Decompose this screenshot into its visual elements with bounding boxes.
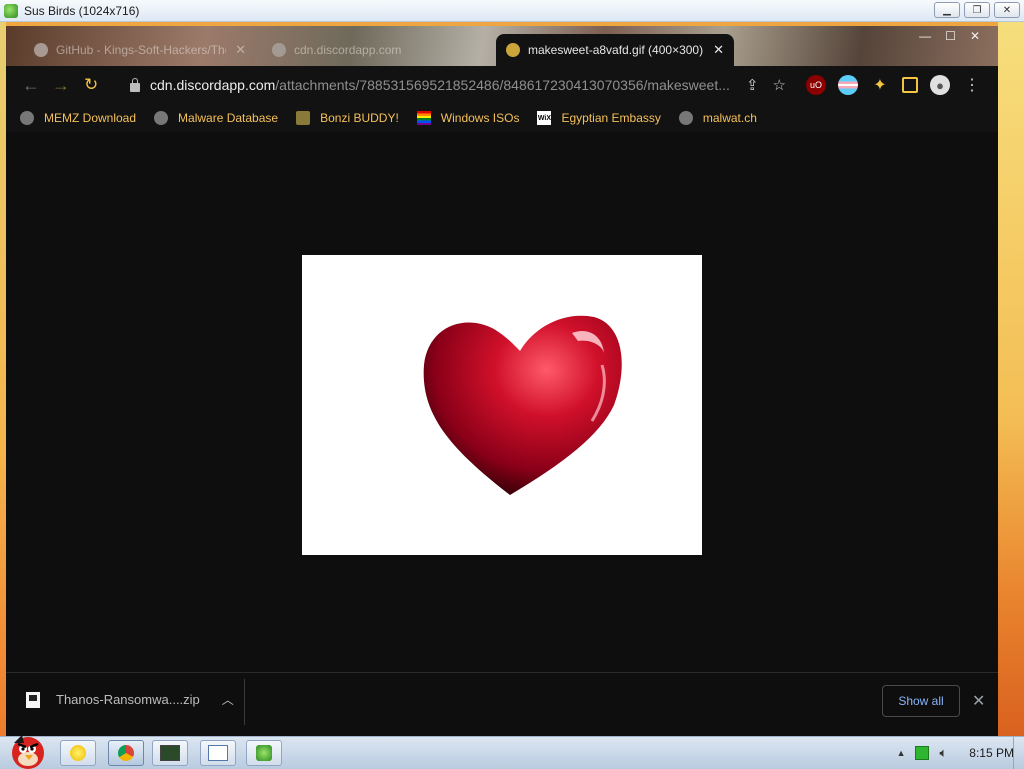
taskbar-sun-app[interactable] xyxy=(60,740,96,766)
globe-icon xyxy=(20,111,34,125)
ublock-icon[interactable]: uO xyxy=(806,75,826,95)
download-divider xyxy=(244,679,245,725)
address-bar[interactable]: cdn.discordapp.com/attachments/788531569… xyxy=(118,70,786,100)
bonzi-icon xyxy=(296,111,311,125)
bookmark-egyptian-embassy[interactable]: WiX Egyptian Embassy xyxy=(537,111,661,125)
globe-icon xyxy=(678,111,693,125)
maximize-icon[interactable]: ☐ xyxy=(945,29,956,43)
close-tab-icon[interactable]: ✕ xyxy=(235,42,246,58)
host-window-controls: ▁ ❐ ✕ xyxy=(934,2,1020,18)
omnibox-actions: ⇪ ☆ xyxy=(746,76,786,94)
start-icon[interactable] xyxy=(4,731,48,769)
bookmark-windows-isos[interactable]: Windows ISOs xyxy=(416,111,520,125)
download-item[interactable]: Thanos-Ransomwa....zip ︿ xyxy=(26,691,234,708)
page-content xyxy=(6,132,998,672)
desktop-background-right xyxy=(998,22,1024,736)
profile-icon[interactable]: ● xyxy=(930,75,950,95)
forward-icon[interactable]: → xyxy=(52,75,70,96)
bookmark-label: malwat.ch xyxy=(702,111,757,125)
window-icon xyxy=(208,745,228,761)
share-icon[interactable]: ⇪ xyxy=(746,76,759,94)
heart-gif-image[interactable] xyxy=(302,255,702,555)
tab-makesweet[interactable]: makesweet-a8vafd.gif (400×300) ✕ xyxy=(496,34,734,66)
star-icon[interactable]: ☆ xyxy=(773,76,786,94)
show-all-button[interactable]: Show all xyxy=(882,685,960,717)
heart-icon xyxy=(423,315,622,495)
browser-toolbar: ← → ↻ cdn.discordapp.com/attachments/788… xyxy=(6,66,998,104)
bookmark-label: Malware Database xyxy=(178,111,279,125)
bookmark-malware-database[interactable]: Malware Database xyxy=(154,111,278,125)
bookmark-malwatch[interactable]: malwat.ch xyxy=(678,111,757,125)
bookmark-bonzi[interactable]: Bonzi BUDDY! xyxy=(296,111,399,125)
github-icon xyxy=(34,43,48,57)
network-icon[interactable] xyxy=(915,746,930,760)
terminal-icon xyxy=(160,745,180,761)
bookmark-label: Egyptian Embassy xyxy=(561,111,661,125)
host-titlebar: Sus Birds (1024x716) ▁ ❐ ✕ xyxy=(0,0,1024,22)
tab-github[interactable]: GitHub - Kings-Soft-Hackers/The... ✕ xyxy=(24,34,256,66)
extensions-area: uO ✦ ● ⋮ xyxy=(806,75,982,95)
tab-title: makesweet-a8vafd.gif (400×300) xyxy=(528,43,704,57)
minimize-button[interactable]: ▁ xyxy=(934,2,960,18)
url-host: cdn.discordapp.com xyxy=(150,77,276,93)
taskbar-window[interactable] xyxy=(200,740,236,766)
bookmark-label: Windows ISOs xyxy=(440,111,520,125)
close-tab-icon[interactable]: ✕ xyxy=(713,42,724,58)
makesweet-icon xyxy=(506,43,520,57)
sidepanel-icon[interactable] xyxy=(902,77,918,93)
tab-title: cdn.discordapp.com xyxy=(294,43,402,57)
chrome-icon xyxy=(118,745,134,761)
lock-icon[interactable] xyxy=(130,77,140,92)
minimize-icon[interactable]: — xyxy=(919,29,931,43)
chevron-up-icon[interactable]: ︿ xyxy=(222,691,234,708)
rainbow-flag-icon xyxy=(416,111,431,125)
globe-icon xyxy=(272,43,286,57)
wix-icon: WiX xyxy=(537,111,552,125)
browser-window-controls: — ☐ ✕ xyxy=(919,29,980,43)
bookmarks-bar: MEMZ Download Malware Database Bonzi BUD… xyxy=(6,104,998,132)
system-tray: ▲ 🔈︎ 8:15 PM xyxy=(897,745,1014,761)
download-shelf: Thanos-Ransomwa....zip ︿ Show all ✕ xyxy=(6,672,998,736)
menu-icon[interactable]: ⋮ xyxy=(962,75,982,95)
trans-flag-icon[interactable] xyxy=(838,75,858,95)
taskbar: ▲ 🔈︎ 8:15 PM xyxy=(0,735,1024,769)
close-icon[interactable]: ✕ xyxy=(970,29,980,43)
taskbar-terminal[interactable] xyxy=(152,740,188,766)
reload-icon[interactable]: ↻ xyxy=(84,75,98,95)
close-download-shelf-icon[interactable]: ✕ xyxy=(972,691,985,711)
download-filename: Thanos-Ransomwa....zip xyxy=(56,692,200,707)
zip-file-icon xyxy=(26,691,40,708)
restore-button[interactable]: ❐ xyxy=(964,2,990,18)
bookmark-label: Bonzi BUDDY! xyxy=(320,111,399,125)
url-text[interactable]: cdn.discordapp.com/attachments/788531569… xyxy=(150,77,730,93)
bookmark-label: MEMZ Download xyxy=(44,111,137,125)
tab-discord-cdn[interactable]: cdn.discordapp.com xyxy=(262,34,492,66)
tab-strip: GitHub - Kings-Soft-Hackers/The... ✕ cdn… xyxy=(6,26,998,66)
bookmark-memz[interactable]: MEMZ Download xyxy=(20,111,136,125)
back-icon[interactable]: ← xyxy=(22,75,40,96)
tray-expand-icon[interactable]: ▲ xyxy=(897,748,906,758)
browser-window: GitHub - Kings-Soft-Hackers/The... ✕ cdn… xyxy=(6,26,998,736)
birds-app-icon xyxy=(256,745,272,761)
globe-icon xyxy=(154,111,169,125)
host-window-title: Sus Birds (1024x716) xyxy=(24,3,140,18)
puzzle-icon[interactable]: ✦ xyxy=(870,75,890,95)
close-button[interactable]: ✕ xyxy=(994,2,1020,18)
sun-icon xyxy=(70,745,86,761)
taskbar-chrome[interactable] xyxy=(108,740,144,766)
taskbar-birds-app[interactable] xyxy=(246,740,282,766)
volume-icon[interactable]: 🔈︎ xyxy=(939,745,947,761)
url-path: /attachments/788531569521852486/84861723… xyxy=(275,77,730,93)
birds-app-icon xyxy=(4,3,18,18)
clock[interactable]: 8:15 PM xyxy=(969,746,1014,760)
show-desktop-button[interactable] xyxy=(1013,737,1024,769)
tab-title: GitHub - Kings-Soft-Hackers/The... xyxy=(56,43,226,57)
